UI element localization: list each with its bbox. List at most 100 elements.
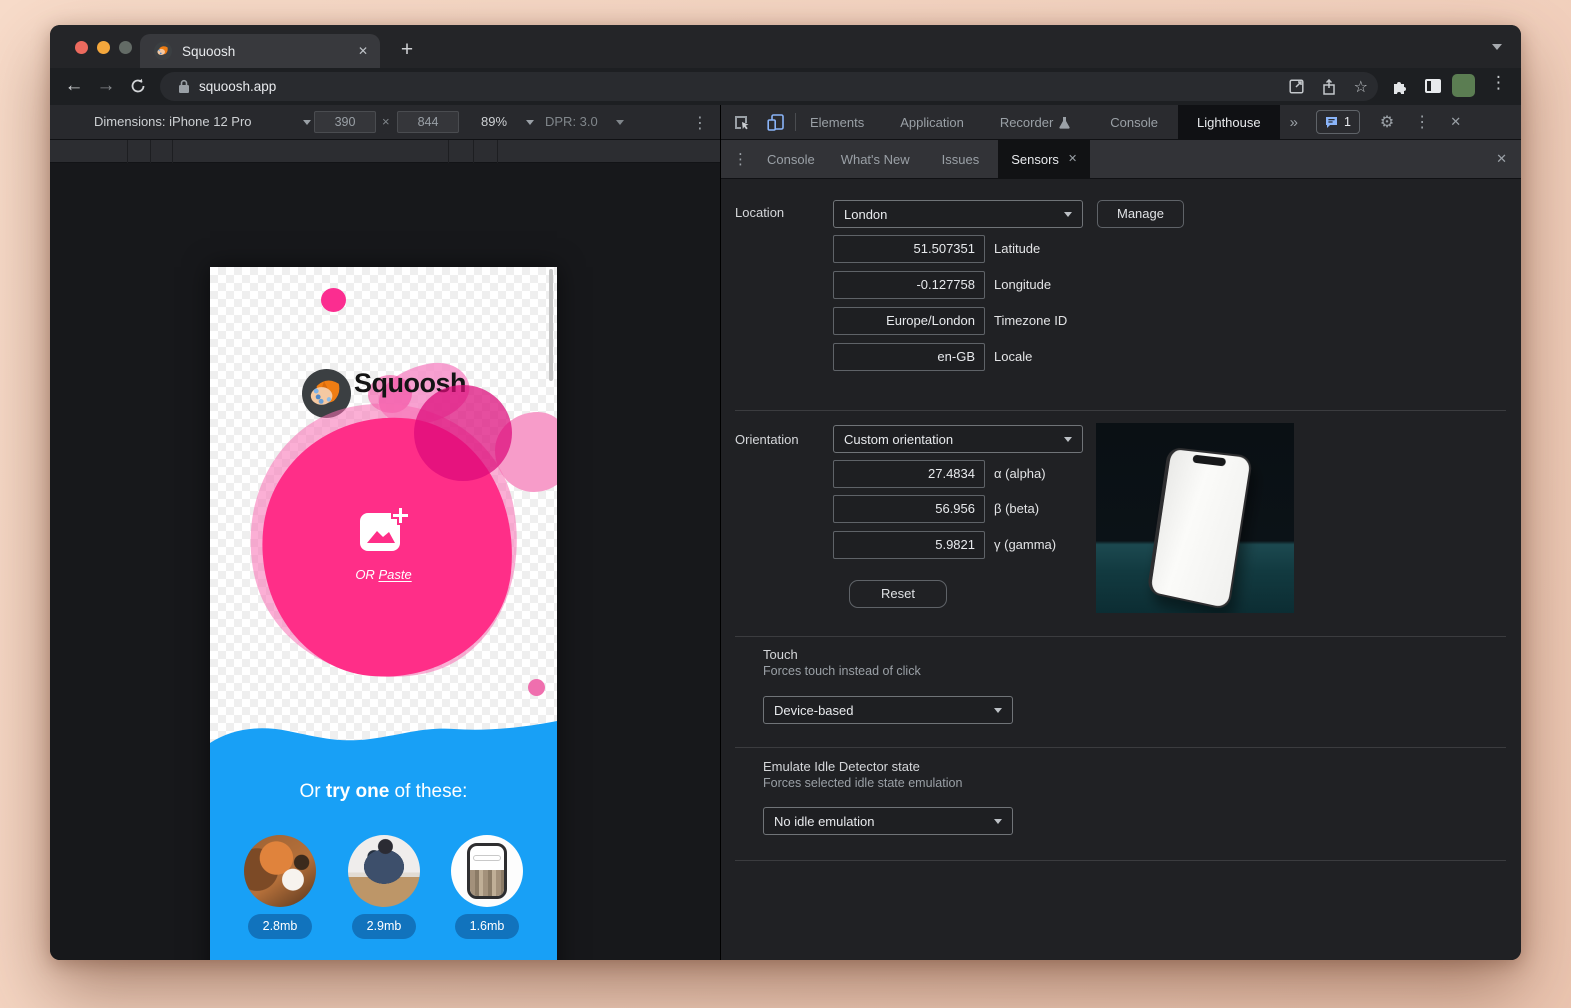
extensions-puzzle-icon[interactable] (1391, 78, 1408, 95)
demo-size-badge[interactable]: 1.6mb (455, 914, 519, 939)
devtools-close-icon[interactable]: ✕ (1450, 114, 1461, 130)
close-window-button[interactable] (75, 41, 88, 54)
open-in-new-icon[interactable] (1289, 79, 1304, 94)
browser-window: Squoosh ✕ + ← → squoosh.app (50, 25, 1521, 960)
drawer-tab-whats-new[interactable]: What's New (828, 140, 923, 179)
beta-input[interactable]: 56.956 (833, 495, 985, 523)
idle-select[interactable]: No idle emulation (763, 807, 1013, 835)
bookmark-star-icon[interactable]: ☆ (1354, 77, 1368, 97)
tab-console[interactable]: Console (1096, 105, 1172, 140)
browser-menu-icon[interactable]: ⋮ (1490, 73, 1507, 93)
idle-title: Emulate Idle Detector state (763, 759, 920, 774)
toggle-device-toolbar-icon[interactable] (767, 114, 785, 131)
demo-image-red-panda[interactable] (244, 835, 316, 907)
device-dimensions-selector[interactable]: Dimensions: iPhone 12 Pro (94, 114, 252, 129)
zoom-selector[interactable]: 89% (481, 114, 507, 129)
gamma-label: γ (gamma) (994, 531, 1056, 559)
reset-orientation-button[interactable]: Reset (849, 580, 947, 608)
orientation-preset-select[interactable]: Custom orientation (833, 425, 1083, 453)
app-viewport: Squoosh OR Paste Or try one of these: (210, 267, 557, 960)
share-icon[interactable] (1322, 79, 1336, 95)
demo-size-badge[interactable]: 2.9mb (352, 914, 416, 939)
try-suffix: of these: (389, 781, 467, 802)
devtools-settings-gear-icon[interactable]: ⚙ (1380, 112, 1394, 132)
address-bar[interactable]: squoosh.app ☆ (160, 72, 1378, 101)
location-section-label: Location (735, 205, 784, 220)
squoosh-favicon-icon (154, 42, 172, 60)
sensors-tab-close-icon[interactable]: ✕ (1068, 140, 1077, 179)
demo-image-phone-screenshot[interactable] (451, 835, 523, 907)
profile-avatar[interactable] (1452, 74, 1475, 97)
minimize-window-button[interactable] (97, 41, 110, 54)
tab-strip: Squoosh ✕ + (50, 25, 1521, 68)
idle-description: Forces selected idle state emulation (763, 776, 962, 790)
tab-close-icon[interactable]: ✕ (358, 44, 368, 58)
manage-locations-button[interactable]: Manage (1097, 200, 1184, 228)
decor-pink-dot-top (321, 288, 346, 312)
forward-button[interactable]: → (92, 72, 120, 100)
experiment-flask-icon (1059, 116, 1070, 129)
squoosh-logo: Squoosh (210, 315, 557, 375)
devtools-pane: Elements Application Recorder Console Li… (720, 105, 1521, 960)
lock-icon (178, 79, 190, 94)
app-scrollbar[interactable] (549, 269, 553, 381)
tab-application[interactable]: Application (886, 105, 978, 140)
devtools-tabbar: Elements Application Recorder Console Li… (721, 105, 1521, 140)
idle-value: No idle emulation (774, 814, 874, 829)
tab-search-chevron-icon[interactable] (1492, 44, 1502, 50)
tab-lighthouse[interactable]: Lighthouse (1178, 105, 1280, 140)
drawer-tab-issues[interactable]: Issues (929, 140, 993, 179)
back-button[interactable]: ← (60, 72, 88, 100)
dpr-caret-icon (616, 120, 624, 125)
latitude-input[interactable]: 51.507351 (833, 235, 985, 263)
location-preset-select[interactable]: London (833, 200, 1083, 228)
beta-label: β (beta) (994, 495, 1039, 523)
drawer-tabbar: ⋮ Console What's New Issues Sensors ✕ ✕ (721, 140, 1521, 179)
try-prefix: Or (300, 781, 326, 802)
device-caret-icon (303, 120, 311, 125)
device-toolbar-menu-icon[interactable]: ⋮ (692, 113, 708, 133)
timezone-input[interactable]: Europe/London (833, 307, 985, 335)
reload-button[interactable] (124, 72, 152, 100)
decor-pink-dot-bottom (528, 679, 545, 696)
locale-input[interactable]: en-GB (833, 343, 985, 371)
touch-select[interactable]: Device-based (763, 696, 1013, 724)
drawer-menu-icon[interactable]: ⋮ (733, 150, 748, 168)
viewport-height-input[interactable]: 844 (397, 111, 459, 133)
tab-recorder[interactable]: Recorder (986, 105, 1084, 140)
dimensions-times: × (382, 114, 390, 129)
paste-button[interactable]: Paste (378, 567, 411, 582)
drawer-tab-console[interactable]: Console (754, 140, 828, 179)
tab-title: Squoosh (182, 44, 235, 59)
issues-bubble-icon (1325, 116, 1338, 128)
viewport-width-input[interactable]: 390 (314, 111, 376, 133)
drawer-close-icon[interactable]: ✕ (1496, 151, 1507, 167)
side-panel-icon[interactable] (1425, 79, 1441, 93)
device-ruler (50, 140, 720, 163)
demo-section: Or try one of these: 2.8mb 2.9mb 1.6mb (210, 745, 557, 960)
section-divider (735, 747, 1506, 748)
issues-counter-button[interactable]: 1 (1316, 110, 1360, 134)
longitude-label: Longitude (994, 271, 1051, 299)
orientation-phone-preview[interactable] (1096, 423, 1294, 613)
touch-title: Touch (763, 647, 798, 662)
tab-elements[interactable]: Elements (796, 105, 878, 140)
demo-size-badge[interactable]: 2.8mb (248, 914, 312, 939)
inspect-element-icon[interactable] (733, 114, 750, 131)
devtools-menu-icon[interactable]: ⋮ (1414, 112, 1430, 132)
dpr-selector[interactable]: DPR: 3.0 (545, 114, 598, 129)
drawer-tab-sensors[interactable]: Sensors ✕ (998, 140, 1090, 179)
alpha-input[interactable]: 27.4834 (833, 460, 985, 488)
gamma-input[interactable]: 5.9821 (833, 531, 985, 559)
phone-thumb-frame (467, 843, 507, 899)
zoom-window-button[interactable] (119, 41, 132, 54)
add-image-icon[interactable] (357, 505, 411, 555)
more-tabs-button[interactable]: » (1290, 114, 1298, 131)
demo-image-illustration[interactable] (348, 835, 420, 907)
new-tab-button[interactable]: + (394, 37, 420, 63)
reload-icon (130, 78, 146, 94)
device-toolbar: Dimensions: iPhone 12 Pro 390 × 844 89% … (50, 105, 720, 140)
browser-tab[interactable]: Squoosh ✕ (140, 34, 380, 68)
section-divider (735, 636, 1506, 637)
longitude-input[interactable]: -0.127758 (833, 271, 985, 299)
